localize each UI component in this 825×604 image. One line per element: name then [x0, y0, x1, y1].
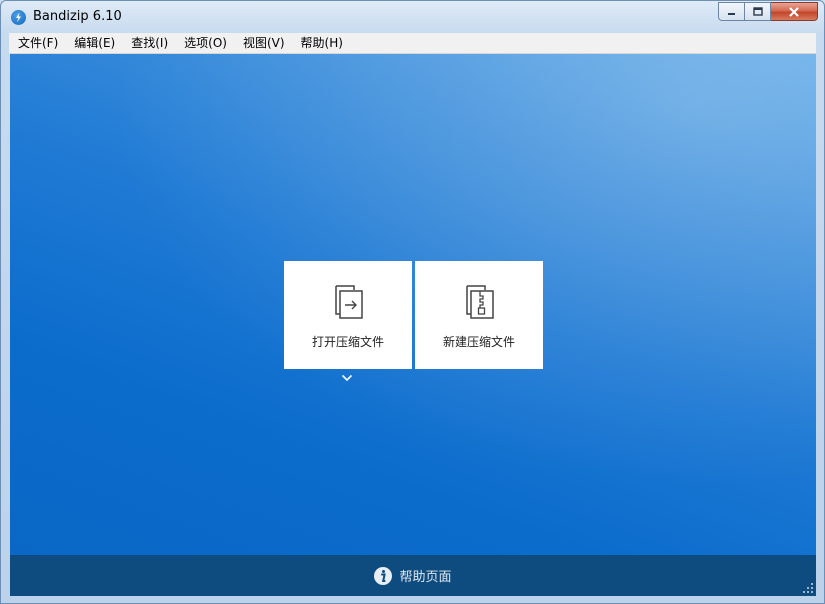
- resize-grip-icon[interactable]: [803, 583, 813, 593]
- maximize-icon: [753, 7, 763, 16]
- maximize-button[interactable]: [745, 2, 771, 21]
- open-archive-label: 打开压缩文件: [284, 333, 412, 350]
- chevron-down-icon[interactable]: [341, 374, 353, 382]
- close-icon: [788, 7, 800, 17]
- main-area: 打开压缩文件 新建压缩文件 帮助页面: [10, 54, 816, 596]
- close-button[interactable]: [771, 2, 818, 21]
- menu-edit[interactable]: 编辑(E): [65, 33, 122, 53]
- new-archive-icon: [463, 283, 497, 321]
- menu-help[interactable]: 帮助(H): [292, 33, 350, 53]
- menu-view[interactable]: 视图(V): [234, 33, 292, 53]
- open-archive-icon: [332, 283, 366, 321]
- new-archive-button[interactable]: 新建压缩文件: [415, 261, 543, 369]
- help-page-link[interactable]: 帮助页面: [399, 566, 451, 585]
- menu-find[interactable]: 查找(I): [122, 33, 175, 53]
- menu-bar: 文件(F) 编辑(E) 查找(I) 选项(O) 视图(V) 帮助(H): [9, 33, 816, 54]
- app-window: Bandizip 6.10 文件(F) 编辑(E) 查找(I) 选项(O) 视图…: [0, 0, 825, 604]
- minimize-icon: [727, 8, 737, 16]
- info-icon[interactable]: [374, 567, 392, 585]
- menu-options[interactable]: 选项(O): [175, 33, 234, 53]
- background-glow: [10, 54, 816, 554]
- window-controls: [718, 2, 818, 21]
- bandizip-app-icon: [11, 10, 26, 25]
- footer-bar: 帮助页面: [10, 555, 816, 596]
- window-title: Bandizip 6.10: [33, 9, 122, 24]
- open-archive-button[interactable]: 打开压缩文件: [284, 261, 412, 369]
- new-archive-label: 新建压缩文件: [415, 333, 543, 350]
- title-bar[interactable]: Bandizip 6.10: [1, 1, 824, 33]
- menu-file[interactable]: 文件(F): [9, 33, 65, 53]
- minimize-button[interactable]: [718, 2, 745, 21]
